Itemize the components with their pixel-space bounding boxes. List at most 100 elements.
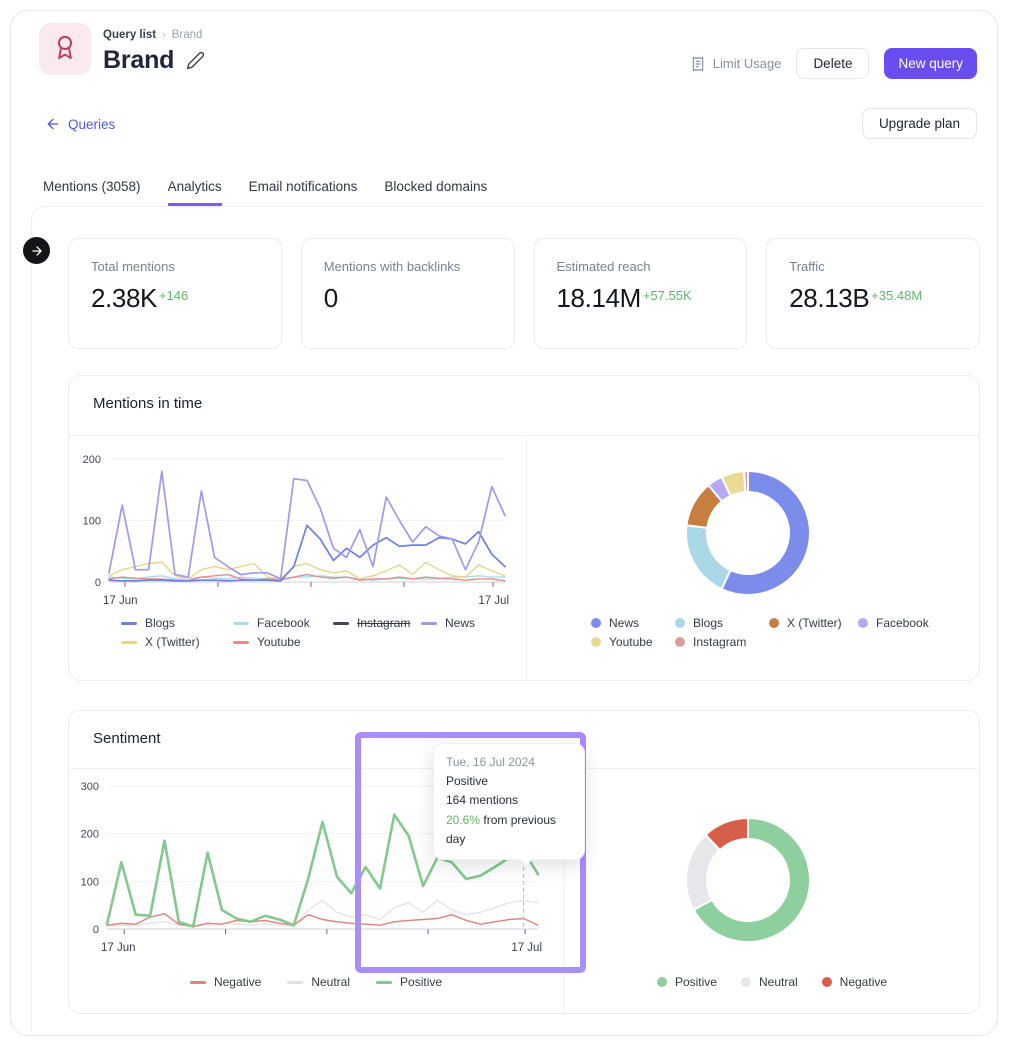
legend-item-Negative[interactable]: Negative <box>822 975 887 989</box>
query-logo <box>39 23 91 75</box>
legend-item-Positive[interactable]: Positive <box>657 975 717 989</box>
svg-text:100: 100 <box>81 876 99 888</box>
tab-mentions[interactable]: Mentions (3058) <box>43 179 141 206</box>
edit-pencil-icon[interactable] <box>186 51 205 70</box>
legend-swatch <box>675 637 685 647</box>
legend-label: Positive <box>675 975 717 989</box>
svg-text:0: 0 <box>93 924 99 936</box>
mentions-in-time-card: Mentions in time 010020017 Jun17 Jul Blo… <box>68 375 980 681</box>
stat-value: 0 <box>324 283 338 313</box>
legend-item-Instagram[interactable]: Instagram <box>333 616 421 630</box>
legend-swatch <box>421 622 437 625</box>
legend-item-X (Twitter)[interactable]: X (Twitter) <box>769 616 858 630</box>
tooltip-date: Tue, 16 Jul 2024 <box>446 753 572 772</box>
analytics-panel: Total mentions 2.38K+146 Mentions with b… <box>31 206 983 1031</box>
legend-label: X (Twitter) <box>145 635 200 649</box>
legend-item-News[interactable]: News <box>421 616 475 630</box>
breadcrumb-separator: › <box>162 29 166 41</box>
legend-label: Negative <box>840 975 887 989</box>
legend-label: Negative <box>214 975 261 989</box>
legend-item-Negative[interactable]: Negative <box>190 975 261 989</box>
mentions-donut-chart[interactable] <box>673 458 823 608</box>
legend-label: Blogs <box>145 616 175 630</box>
sentiment-donut-chart[interactable] <box>673 805 823 955</box>
legend-item-Youtube[interactable]: Youtube <box>233 635 333 649</box>
legend-item-Positive[interactable]: Positive <box>376 975 442 989</box>
legend-label: Facebook <box>257 616 310 630</box>
stat-card-estimated-reach: Estimated reach 18.14M+57.55K <box>534 238 748 349</box>
arrow-right-icon <box>30 244 44 258</box>
stat-label: Estimated reach <box>557 259 725 274</box>
tab-blocked-domains[interactable]: Blocked domains <box>384 179 487 206</box>
tooltip-change-value: 20.6% <box>446 813 480 827</box>
tab-analytics[interactable]: Analytics <box>168 179 222 206</box>
legend-item-Neutral[interactable]: Neutral <box>741 975 798 989</box>
legend-item-Blogs[interactable]: Blogs <box>121 616 233 630</box>
legend-swatch <box>333 622 349 625</box>
legend-swatch <box>233 622 249 625</box>
stat-value: 2.38K <box>91 283 157 313</box>
sentiment-donut-legend: Positive Neutral Negative <box>563 975 981 994</box>
svg-text:0: 0 <box>95 577 101 589</box>
legend-item-Neutral[interactable]: Neutral <box>287 975 350 989</box>
divider <box>526 435 527 680</box>
stats-row: Total mentions 2.38K+146 Mentions with b… <box>68 238 980 349</box>
upgrade-plan-button[interactable]: Upgrade plan <box>862 108 977 139</box>
legend-label: Facebook <box>876 616 929 630</box>
tooltip-mentions: 164 mentions <box>446 791 572 810</box>
slice-Instagram <box>744 471 748 492</box>
legend-label: Youtube <box>609 635 653 649</box>
breadcrumb-root[interactable]: Query list <box>103 29 156 41</box>
stat-value: 28.13B <box>789 283 869 313</box>
mentions-line-legend: Blogs Facebook Instagram News X (Twitter) You… <box>121 616 475 654</box>
stat-card-traffic: Traffic 28.13B+35.48M <box>766 238 980 349</box>
stat-label: Traffic <box>789 259 957 274</box>
legend-swatch <box>591 637 601 647</box>
legend-swatch <box>233 641 249 644</box>
mentions-line-chart[interactable]: 010020017 Jun17 Jul <box>75 446 515 611</box>
app-frame: Query list › Brand Brand Limit Usage <box>10 10 998 1036</box>
legend-label: News <box>445 616 475 630</box>
legend-swatch <box>121 622 137 625</box>
delete-button[interactable]: Delete <box>796 48 869 79</box>
tab-email-notifications[interactable]: Email notifications <box>249 179 358 206</box>
legend-label: News <box>609 616 639 630</box>
limit-usage-label: Limit Usage <box>713 56 782 71</box>
legend-label: Blogs <box>693 616 723 630</box>
limit-usage-button[interactable]: Limit Usage <box>690 56 782 72</box>
legend-swatch <box>591 618 601 628</box>
legend-swatch <box>858 618 868 628</box>
legend-label: Instagram <box>357 616 410 630</box>
legend-item-X (Twitter)[interactable]: X (Twitter) <box>121 635 233 649</box>
legend-swatch <box>190 981 206 984</box>
back-link-label: Queries <box>68 117 115 132</box>
stat-label: Mentions with backlinks <box>324 259 492 274</box>
legend-item-Youtube[interactable]: Youtube <box>591 635 675 649</box>
page: Query list › Brand Brand Limit Usage <box>0 0 1010 1046</box>
legend-swatch <box>822 977 832 987</box>
back-to-queries-link[interactable]: Queries <box>45 116 115 132</box>
svg-text:17 Jun: 17 Jun <box>101 942 136 954</box>
series-Negative <box>107 914 538 927</box>
expand-sidebar-button[interactable] <box>23 237 50 264</box>
stat-delta: +146 <box>159 288 188 303</box>
stat-card-backlinks: Mentions with backlinks 0 <box>301 238 515 349</box>
tab-bar: Mentions (3058) Analytics Email notifica… <box>43 179 487 206</box>
stat-value: 18.14M <box>557 283 641 313</box>
svg-text:17 Jun: 17 Jun <box>103 595 138 607</box>
stat-label: Total mentions <box>91 259 259 274</box>
legend-item-Blogs[interactable]: Blogs <box>675 616 769 630</box>
legend-label: Instagram <box>693 635 746 649</box>
award-ribbon-icon <box>51 33 79 66</box>
legend-item-News[interactable]: News <box>591 616 675 630</box>
legend-label: Positive <box>400 975 442 989</box>
new-query-button[interactable]: New query <box>884 48 977 79</box>
sentiment-card: Sentiment 010020030017 Jun17 Jul Negativ… <box>68 710 980 1014</box>
breadcrumb-current: Brand <box>172 29 203 41</box>
legend-swatch <box>121 641 137 644</box>
sentiment-card-title: Sentiment <box>93 730 161 747</box>
legend-item-Instagram[interactable]: Instagram <box>675 635 769 649</box>
legend-swatch <box>741 977 751 987</box>
legend-item-Facebook[interactable]: Facebook <box>233 616 333 630</box>
legend-item-Facebook[interactable]: Facebook <box>858 616 929 630</box>
